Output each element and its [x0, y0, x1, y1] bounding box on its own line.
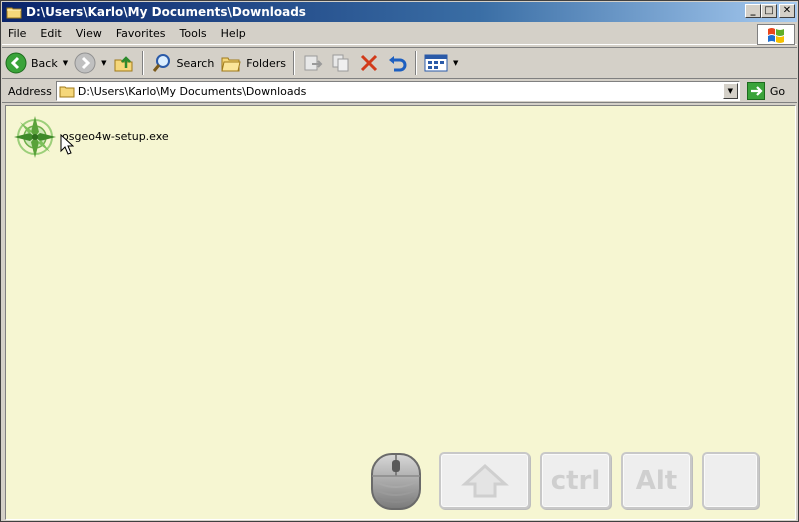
maximize-button[interactable]: □ [761, 4, 777, 18]
toolbar-separator [415, 51, 418, 75]
address-bar: Address D:\Users\Karlo\My Documents\Down… [2, 80, 797, 103]
windows-logo-icon [757, 24, 795, 45]
address-label: Address [8, 84, 52, 98]
menu-file[interactable]: File [2, 27, 33, 40]
folder-icon [59, 86, 75, 97]
views-dropdown-icon[interactable]: ▼ [453, 59, 458, 67]
ctrl-key-indicator: ctrl [540, 452, 611, 509]
file-name: osgeo4w-setup.exe [62, 130, 169, 143]
views-button[interactable]: ▼ [421, 49, 461, 77]
folder-icon [6, 7, 22, 19]
address-field[interactable]: D:\Users\Karlo\My Documents\Downloads ▼ [55, 81, 740, 101]
minimize-button[interactable]: _ [745, 4, 761, 18]
up-folder-button[interactable] [110, 49, 138, 77]
toolbar-separator [293, 51, 296, 75]
menu-view[interactable]: View [69, 27, 109, 40]
shift-key-indicator [439, 452, 530, 509]
file-item[interactable]: osgeo4w-setup.exe [12, 114, 169, 160]
back-dropdown-icon[interactable]: ▼ [63, 59, 68, 67]
go-button[interactable]: Go [746, 82, 786, 100]
folders-icon [221, 57, 241, 72]
explorer-window: D:\Users\Karlo\My Documents\Downloads _ … [0, 0, 799, 522]
address-value: D:\Users\Karlo\My Documents\Downloads [77, 84, 307, 98]
shift-arrow-icon [460, 463, 509, 497]
go-label: Go [769, 84, 786, 98]
search-label: Search [176, 56, 215, 70]
menu-tools[interactable]: Tools [173, 27, 214, 40]
search-button[interactable]: Search [148, 49, 218, 77]
standard-toolbar: Back ▼ ▼ Search Folders ▼ [2, 47, 797, 79]
undo-icon [389, 56, 407, 72]
up-folder-icon [114, 56, 132, 72]
blank-key-indicator [702, 452, 759, 509]
go-arrow-icon [746, 82, 765, 100]
window-title: D:\Users\Karlo\My Documents\Downloads [26, 5, 306, 19]
forward-arrow-icon [74, 52, 96, 74]
osgeo4w-icon [14, 116, 56, 158]
search-icon [152, 54, 170, 72]
move-to-icon [304, 55, 323, 71]
menu-edit[interactable]: Edit [33, 27, 68, 40]
mouse-cursor-icon [60, 134, 74, 155]
menu-favorites[interactable]: Favorites [109, 27, 173, 40]
move-to-button[interactable] [299, 49, 327, 77]
undo-button[interactable] [383, 49, 411, 77]
menu-help[interactable]: Help [214, 27, 253, 40]
folders-label: Folders [246, 56, 287, 70]
alt-key-indicator: Alt [621, 452, 692, 509]
back-button[interactable]: Back ▼ [2, 49, 71, 77]
copy-to-icon [332, 54, 349, 72]
copy-to-button[interactable] [327, 49, 355, 77]
title-bar[interactable]: D:\Users\Karlo\My Documents\Downloads _ … [2, 2, 797, 22]
mouse-indicator-icon [371, 453, 421, 510]
delete-button[interactable] [355, 49, 383, 77]
back-label: Back [31, 56, 58, 70]
back-arrow-icon [5, 52, 27, 74]
menu-bar: File Edit View Favorites Tools Help [2, 23, 797, 45]
views-icon [424, 54, 448, 72]
forward-dropdown-icon[interactable]: ▼ [101, 59, 106, 67]
close-button[interactable]: ✕ [779, 4, 795, 18]
folders-button[interactable]: Folders [217, 49, 289, 77]
forward-button[interactable]: ▼ [71, 49, 109, 77]
address-dropdown-icon[interactable]: ▼ [722, 83, 738, 99]
toolbar-separator [141, 51, 144, 75]
delete-icon [360, 54, 378, 72]
